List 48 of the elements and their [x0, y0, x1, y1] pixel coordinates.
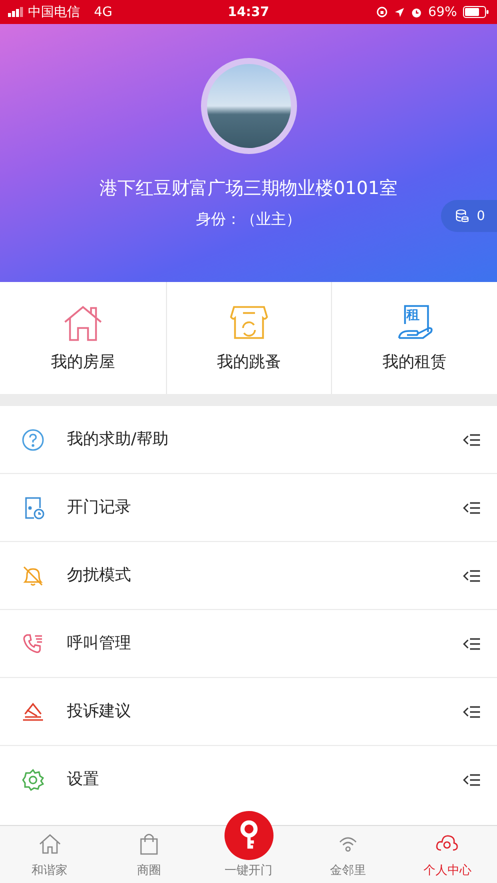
menu-item[interactable]: 勿扰模式 — [0, 542, 497, 610]
battery-icon — [463, 6, 489, 18]
signal-icon — [8, 7, 24, 17]
menu-item[interactable]: 呼叫管理 — [0, 610, 497, 678]
shortcut-label: 我的房屋 — [50, 352, 115, 372]
network-type: 4G — [94, 4, 112, 20]
tab-item[interactable]: 个人中心 — [398, 825, 497, 883]
battery-percent: 69% — [428, 4, 457, 20]
list-menu-icon — [463, 432, 481, 446]
coin-stack-icon — [454, 209, 469, 223]
house-icon — [62, 304, 103, 342]
points-button[interactable]: 0 — [440, 200, 497, 232]
menu-label: 呼叫管理 — [67, 633, 132, 654]
menu-item[interactable]: 我的求助/帮助 — [0, 406, 497, 474]
list-menu-icon — [463, 568, 481, 582]
menu-label: 勿扰模式 — [67, 565, 132, 586]
menu-label: 投诉建议 — [67, 701, 132, 722]
menu-item[interactable]: 开门记录 — [0, 474, 497, 542]
menu-label: 开门记录 — [67, 497, 132, 518]
alarm-clock-icon — [411, 6, 422, 18]
role-text: 身份：（业主） — [196, 210, 301, 229]
bell-icon — [21, 564, 45, 588]
house-icon — [38, 832, 62, 856]
menu-item[interactable]: 投诉建议 — [0, 678, 497, 746]
shortcut-item[interactable]: 我的房屋 — [0, 282, 166, 394]
shortcut-item[interactable]: 租 我的租赁 — [331, 282, 497, 394]
menu-label: 设置 — [67, 769, 100, 790]
phone-icon — [21, 632, 45, 656]
shortcut-label: 我的跳蚤 — [216, 352, 281, 372]
shop-box-icon — [228, 304, 269, 342]
settings-icon — [21, 768, 45, 792]
help-icon — [21, 428, 45, 452]
tab-item[interactable]: 商圈 — [99, 825, 199, 883]
shortcut-item[interactable]: 我的跳蚤 — [166, 282, 332, 394]
location-arrow-icon — [394, 6, 406, 18]
list-menu-icon — [463, 772, 481, 786]
list-menu-icon — [463, 636, 481, 650]
menu-label: 我的求助/帮助 — [67, 429, 170, 450]
shortcut-label: 我的租赁 — [382, 352, 447, 372]
tab-item[interactable]: 一键开门 — [198, 811, 298, 883]
carrier-name: 中国电信 — [28, 4, 80, 21]
tab-item[interactable]: 金邻里 — [298, 825, 398, 883]
list-menu-icon — [463, 500, 481, 514]
tab-item[interactable]: 和谐家 — [0, 825, 100, 883]
address-text: 港下红豆财富广场三期物业楼0101室 — [100, 177, 398, 200]
rotation-lock-icon — [376, 6, 388, 18]
clock-time: 14:37 — [228, 4, 270, 20]
list-menu-icon — [463, 704, 481, 718]
